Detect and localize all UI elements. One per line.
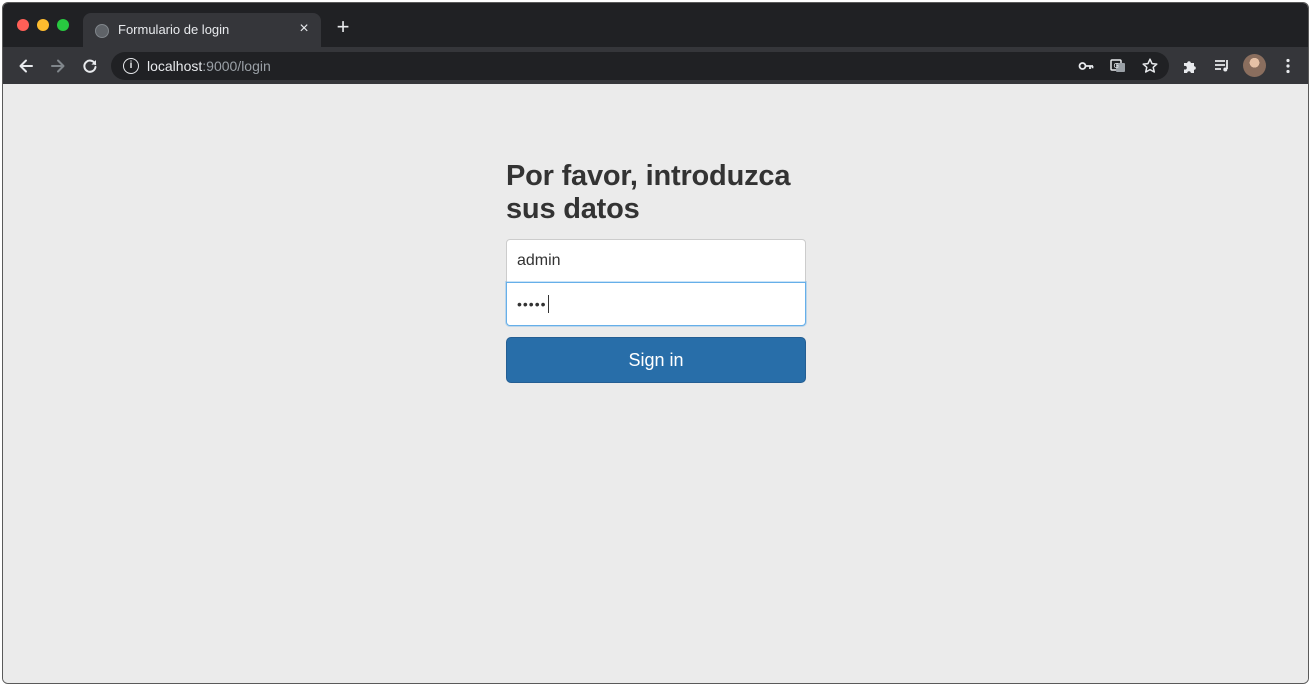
globe-icon xyxy=(95,24,109,38)
minimize-window-button[interactable] xyxy=(37,19,49,31)
page-title: Por favor, introduzca sus datos xyxy=(506,160,791,225)
translate-icon[interactable]: G xyxy=(1109,57,1127,75)
tab-strip: Formulario de login × + xyxy=(3,3,1308,47)
reload-icon[interactable] xyxy=(79,55,101,77)
info-icon[interactable]: i xyxy=(123,58,139,74)
close-tab-icon[interactable]: × xyxy=(295,20,313,38)
url-host: localhost xyxy=(147,58,203,74)
sign-in-button[interactable]: Sign in xyxy=(506,337,806,383)
forward-icon[interactable] xyxy=(47,55,69,77)
browser-toolbar: i localhost:9000/login G xyxy=(3,47,1308,84)
username-value: admin xyxy=(517,252,561,269)
back-icon[interactable] xyxy=(15,55,37,77)
close-window-button[interactable] xyxy=(17,19,29,31)
url-path: :9000/login xyxy=(202,58,271,74)
maximize-window-button[interactable] xyxy=(57,19,69,31)
media-queue-icon[interactable] xyxy=(1211,55,1233,77)
username-field[interactable]: admin xyxy=(506,239,806,283)
password-field[interactable]: ••••• xyxy=(506,282,806,326)
text-caret xyxy=(547,295,549,313)
browser-window: Formulario de login × + i localhost:9000… xyxy=(2,2,1309,684)
avatar[interactable] xyxy=(1243,54,1266,77)
address-bar[interactable]: i localhost:9000/login G xyxy=(111,52,1169,80)
login-form: Por favor, introduzca sus datos admin ••… xyxy=(506,160,806,383)
tab-title: Formulario de login xyxy=(118,22,230,37)
svg-text:G: G xyxy=(1114,62,1119,70)
extensions-icon[interactable] xyxy=(1179,55,1201,77)
new-tab-button[interactable]: + xyxy=(333,16,353,38)
menu-icon[interactable] xyxy=(1277,55,1299,77)
tab-formulario-de-login[interactable]: Formulario de login × xyxy=(83,13,321,47)
page-content: Por favor, introduzca sus datos admin ••… xyxy=(3,84,1308,683)
key-icon[interactable] xyxy=(1077,57,1095,75)
password-mask: ••••• xyxy=(517,296,547,312)
star-icon[interactable] xyxy=(1141,57,1159,75)
url-text[interactable]: localhost:9000/login xyxy=(147,58,271,74)
